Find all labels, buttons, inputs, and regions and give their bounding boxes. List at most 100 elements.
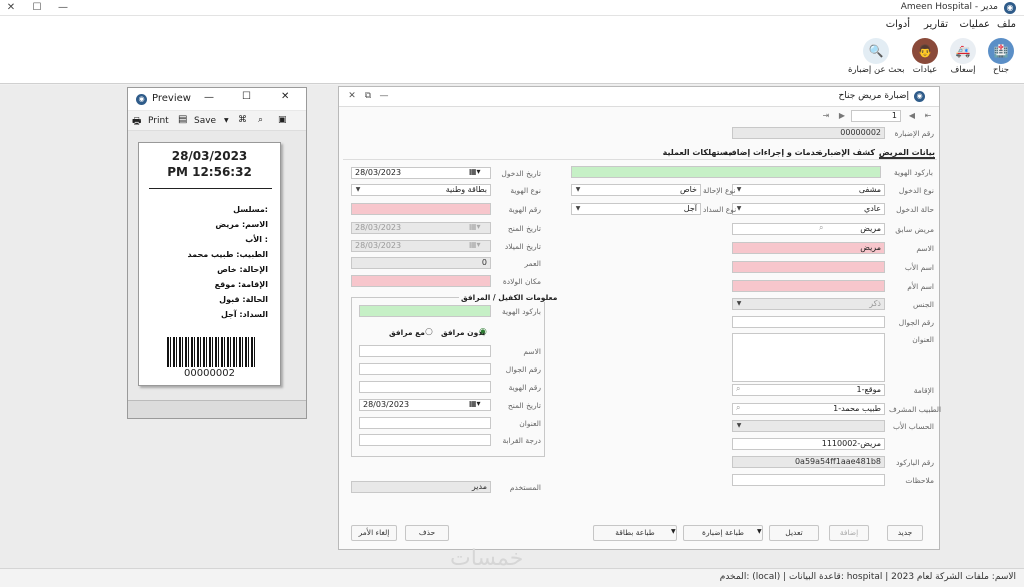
status-text: المخدم: (local) | قاعدة البيانات: hospit… bbox=[719, 572, 1016, 582]
calendar-icon[interactable]: ▦▾ bbox=[469, 399, 481, 408]
search-file-button[interactable]: 🔍 بحث عن إضبارة bbox=[848, 36, 904, 82]
delete-button[interactable]: حذف bbox=[405, 525, 449, 541]
menu-file[interactable]: ملف bbox=[997, 19, 1016, 30]
preview-minimize-button[interactable]: — bbox=[204, 92, 214, 103]
window-title: Ameen Hospital - مدير bbox=[900, 2, 998, 12]
chevron-down-icon[interactable]: ▼ bbox=[734, 421, 744, 431]
guarantor-issue-date-label: تاريخ المنح bbox=[507, 401, 541, 410]
id-number-field[interactable] bbox=[351, 203, 491, 215]
chevron-down-icon[interactable]: ▼ bbox=[734, 185, 744, 195]
residence-field[interactable]: 1-موقع bbox=[732, 384, 885, 396]
search-icon[interactable]: ⌕ bbox=[736, 403, 740, 413]
guarantor-address-field[interactable] bbox=[359, 417, 491, 429]
guarantor-groupbox bbox=[351, 297, 545, 457]
patient-file-window: ✕ ⧉ — إضبارة مريض جناح ◉ ⇥ ▶ 1 ◀ ⇤ 00000… bbox=[338, 86, 941, 550]
chevron-down-icon[interactable]: ▼ bbox=[734, 299, 744, 309]
clinics-button[interactable]: 👨 عيادات bbox=[906, 36, 944, 82]
patient-window-titlebar: ✕ ⧉ — إضبارة مريض جناح ◉ bbox=[339, 87, 939, 107]
menu-operations[interactable]: عمليات bbox=[959, 19, 990, 30]
status-bar: المخدم: (local) | قاعدة البيانات: hospit… bbox=[0, 568, 1024, 587]
chevron-down-icon[interactable]: ▼ bbox=[353, 185, 363, 195]
guarantor-relation-field[interactable] bbox=[359, 434, 491, 446]
patient-window-minimize-button[interactable]: — bbox=[377, 89, 391, 103]
hospital-icon: 🏥 bbox=[988, 38, 1014, 64]
birthplace-label: مكان الولادة bbox=[502, 277, 541, 286]
ward-button[interactable]: 🏥 جناح bbox=[982, 36, 1020, 82]
tab-file-statement[interactable]: كشف الإضبارة bbox=[818, 148, 875, 157]
receipt-line: الطبيب: طبيب محمد bbox=[187, 250, 268, 259]
emergency-button[interactable]: 🚑 إسعاف bbox=[944, 36, 982, 82]
new-button[interactable]: جديد bbox=[887, 525, 923, 541]
radio-unselected-icon[interactable]: ○ bbox=[425, 327, 433, 337]
calendar-icon[interactable]: ▦▾ bbox=[469, 240, 481, 249]
chevron-down-icon[interactable]: ▼ bbox=[671, 528, 676, 535]
payment-type-label: نوع السداد bbox=[703, 205, 737, 214]
guarantor-barcode-field[interactable] bbox=[359, 305, 491, 317]
referral-type-select[interactable]: خاص bbox=[571, 184, 701, 196]
father-name-field[interactable] bbox=[732, 261, 885, 273]
guarantor-id-field[interactable] bbox=[359, 381, 491, 393]
chevron-down-icon[interactable]: ▼ bbox=[573, 185, 583, 195]
supervisor-field[interactable]: 1-طبيب محمد bbox=[732, 403, 885, 415]
search-icon[interactable]: ⌕ bbox=[736, 384, 740, 394]
tab-patient-data[interactable]: بيانات المريض bbox=[878, 148, 935, 159]
admission-type-select[interactable]: مشفى bbox=[732, 184, 885, 196]
calendar-icon[interactable]: ▦▾ bbox=[469, 222, 481, 231]
print-file-button[interactable]: طباعة إضبارة bbox=[683, 525, 763, 541]
edit-button[interactable]: تعديل bbox=[769, 525, 819, 541]
preview-close-button[interactable]: ✕ bbox=[281, 91, 289, 102]
patient-window-close-button[interactable]: ✕ bbox=[345, 89, 359, 103]
birthplace-field[interactable] bbox=[351, 275, 491, 287]
save-button[interactable]: Save bbox=[194, 116, 216, 126]
id-barcode-field[interactable] bbox=[571, 166, 881, 178]
id-type-select[interactable]: بطاقة وطنية bbox=[351, 184, 491, 196]
guarantor-mobile-field[interactable] bbox=[359, 363, 491, 375]
print-button[interactable]: Print bbox=[148, 116, 169, 126]
page-setup-icon[interactable]: ▣ bbox=[278, 115, 287, 125]
last-record-icon[interactable]: ⇥ bbox=[819, 109, 833, 123]
guarantor-name-field[interactable] bbox=[359, 345, 491, 357]
preview-maximize-button[interactable]: ☐ bbox=[242, 91, 251, 102]
search-file-icon: 🔍 bbox=[863, 38, 889, 64]
admission-status-select[interactable]: عادي bbox=[732, 203, 885, 215]
receipt-line: الاسم: مريض bbox=[215, 220, 268, 229]
search-icon[interactable]: ⌕ bbox=[819, 223, 823, 233]
receipt-barcode-number: 00000002 bbox=[184, 368, 235, 379]
add-button[interactable]: إضافة bbox=[829, 525, 869, 541]
menu-tools[interactable]: أدوات bbox=[886, 19, 910, 30]
tab-operation-consumables[interactable]: مستهلكات العملية bbox=[663, 148, 733, 157]
name-field[interactable]: مريض bbox=[732, 242, 885, 254]
zoom-icon[interactable]: ⌕ bbox=[258, 115, 263, 125]
mother-name-label: اسم الأم bbox=[907, 282, 934, 291]
prev-record-icon[interactable]: ◀ bbox=[905, 109, 919, 123]
chevron-down-icon[interactable]: ▼ bbox=[224, 117, 229, 124]
address-textarea[interactable] bbox=[732, 333, 885, 382]
print-card-button[interactable]: طباعة بطاقة bbox=[593, 525, 677, 541]
menu-reports[interactable]: تقارير bbox=[924, 19, 948, 30]
app-logo-icon: ◉ bbox=[914, 91, 925, 102]
patient-window-restore-button[interactable]: ⧉ bbox=[361, 89, 375, 103]
cancel-button[interactable]: إلغاء الأمر bbox=[351, 525, 397, 541]
record-number-field[interactable]: 1 bbox=[851, 110, 901, 122]
gender-select[interactable]: ذكر bbox=[732, 298, 885, 310]
close-button[interactable]: ✕ bbox=[4, 1, 18, 15]
payment-type-select[interactable]: آجل bbox=[571, 203, 701, 215]
first-record-icon[interactable]: ⇤ bbox=[921, 109, 935, 123]
receipt-divider bbox=[149, 188, 272, 189]
calendar-icon[interactable]: ▦▾ bbox=[469, 167, 481, 176]
chevron-down-icon[interactable]: ▼ bbox=[573, 204, 583, 214]
next-record-icon[interactable]: ▶ bbox=[835, 109, 849, 123]
notes-field[interactable] bbox=[732, 474, 885, 486]
father-account-select[interactable] bbox=[732, 420, 885, 432]
radio-with-companion-label: مع مرافق bbox=[389, 328, 425, 337]
previous-patient-field[interactable]: مريض bbox=[732, 223, 885, 235]
maximize-button[interactable]: ☐ bbox=[30, 1, 44, 15]
patient-window-title: إضبارة مريض جناح bbox=[838, 91, 909, 101]
mother-name-field[interactable] bbox=[732, 280, 885, 292]
tab-extra-services[interactable]: خدمات و إجراءات إضافية bbox=[723, 148, 821, 157]
chevron-down-icon[interactable]: ▼ bbox=[757, 528, 762, 535]
mobile-field[interactable] bbox=[732, 316, 885, 328]
birth-date-label: تاريخ الميلاد bbox=[504, 242, 541, 251]
find-icon[interactable]: ⌘ bbox=[238, 115, 247, 125]
minimize-button[interactable]: — bbox=[56, 1, 70, 15]
